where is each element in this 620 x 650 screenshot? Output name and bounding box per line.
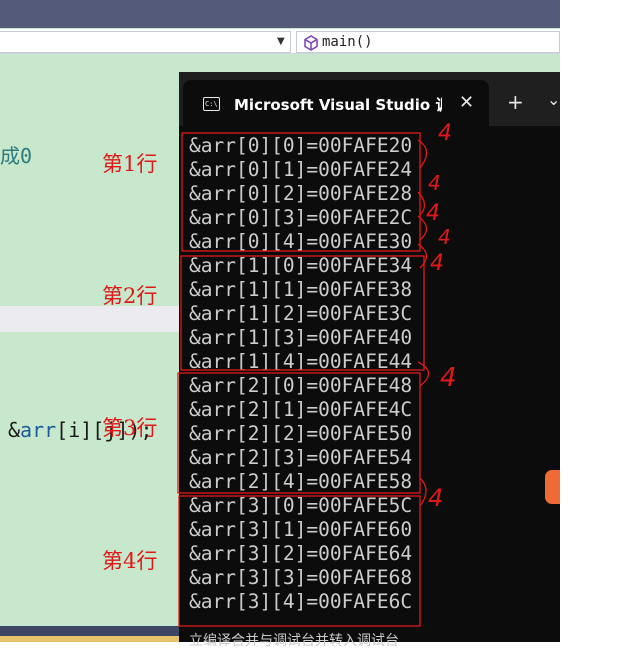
console-line: &arr[1][3]=00FAFE40 [189,326,413,349]
floating-badge-icon[interactable] [545,470,560,504]
console-line: &arr[0][1]=00FAFE24 [189,158,413,181]
row-label-2: 第2行 [102,284,158,308]
console-line: &arr[3][4]=00FAFE6C [189,590,413,613]
scope-dropdown[interactable]: ▼ [0,31,291,53]
navigation-bar: ▼ main() [0,29,560,54]
new-tab-button[interactable]: + [507,90,524,114]
chevron-down-icon[interactable]: ⌄ [547,90,560,109]
function-dropdown-label: main() [322,34,373,50]
console-line: &arr[3][1]=00FAFE60 [189,518,413,541]
console-line: &arr[1][2]=00FAFE3C [189,302,413,325]
console-tail-text: 立编译合并与调试台并转入调试台 [189,633,399,649]
debug-console-window: C:\ Microsoft Visual Studio 调试控制台 ✕ + ⌄ … [179,72,560,649]
console-tab[interactable]: C:\ Microsoft Visual Studio 调试控制台 ✕ [183,80,489,126]
ide-status-accent [0,636,180,642]
console-line: &arr[3][0]=00FAFE5C [189,494,413,517]
console-line: &arr[1][4]=00FAFE44 [189,350,413,373]
code-amp: & [8,418,21,442]
console-line: &arr[2][2]=00FAFE50 [189,422,413,445]
console-line: &arr[3][2]=00FAFE64 [189,542,413,565]
console-line: &arr[2][1]=00FAFE4C [189,398,413,421]
console-tab-title: Microsoft Visual Studio 调试控制台 [234,96,442,114]
console-line: &arr[1][1]=00FAFE38 [189,278,413,301]
chevron-down-icon[interactable]: ▼ [277,36,285,47]
close-icon[interactable]: ✕ [459,92,474,113]
console-title-bar: C:\ Microsoft Visual Studio 调试控制台 ✕ + ⌄ [179,72,560,126]
console-line: &arr[0][0]=00FAFE20 [189,134,413,157]
row-label-3: 第3行 [102,416,158,440]
console-line: &arr[2][3]=00FAFE54 [189,446,413,469]
ide-title-bar [0,0,560,28]
terminal-icon: C:\ [203,97,220,111]
console-line: &arr[2][4]=00FAFE58 [189,470,413,493]
console-line: &arr[2][0]=00FAFE48 [189,374,413,397]
console-line: &arr[0][4]=00FAFE30 [189,230,413,253]
console-output: &arr[0][0]=00FAFE20 &arr[0][1]=00FAFE24 … [189,134,412,614]
row-label-1: 第1行 [102,152,158,176]
code-comment-fragment: 成0 [0,144,33,168]
function-cube-icon [304,35,318,51]
console-line: &arr[0][3]=00FAFE2C [189,206,413,229]
code-var-arr: arr [20,418,57,442]
console-line: &arr[1][0]=00FAFE34 [189,254,413,277]
function-dropdown[interactable]: main() [296,31,560,53]
console-line: &arr[3][3]=00FAFE68 [189,566,413,589]
console-line: &arr[0][2]=00FAFE28 [189,182,413,205]
row-label-4: 第4行 [102,549,158,573]
